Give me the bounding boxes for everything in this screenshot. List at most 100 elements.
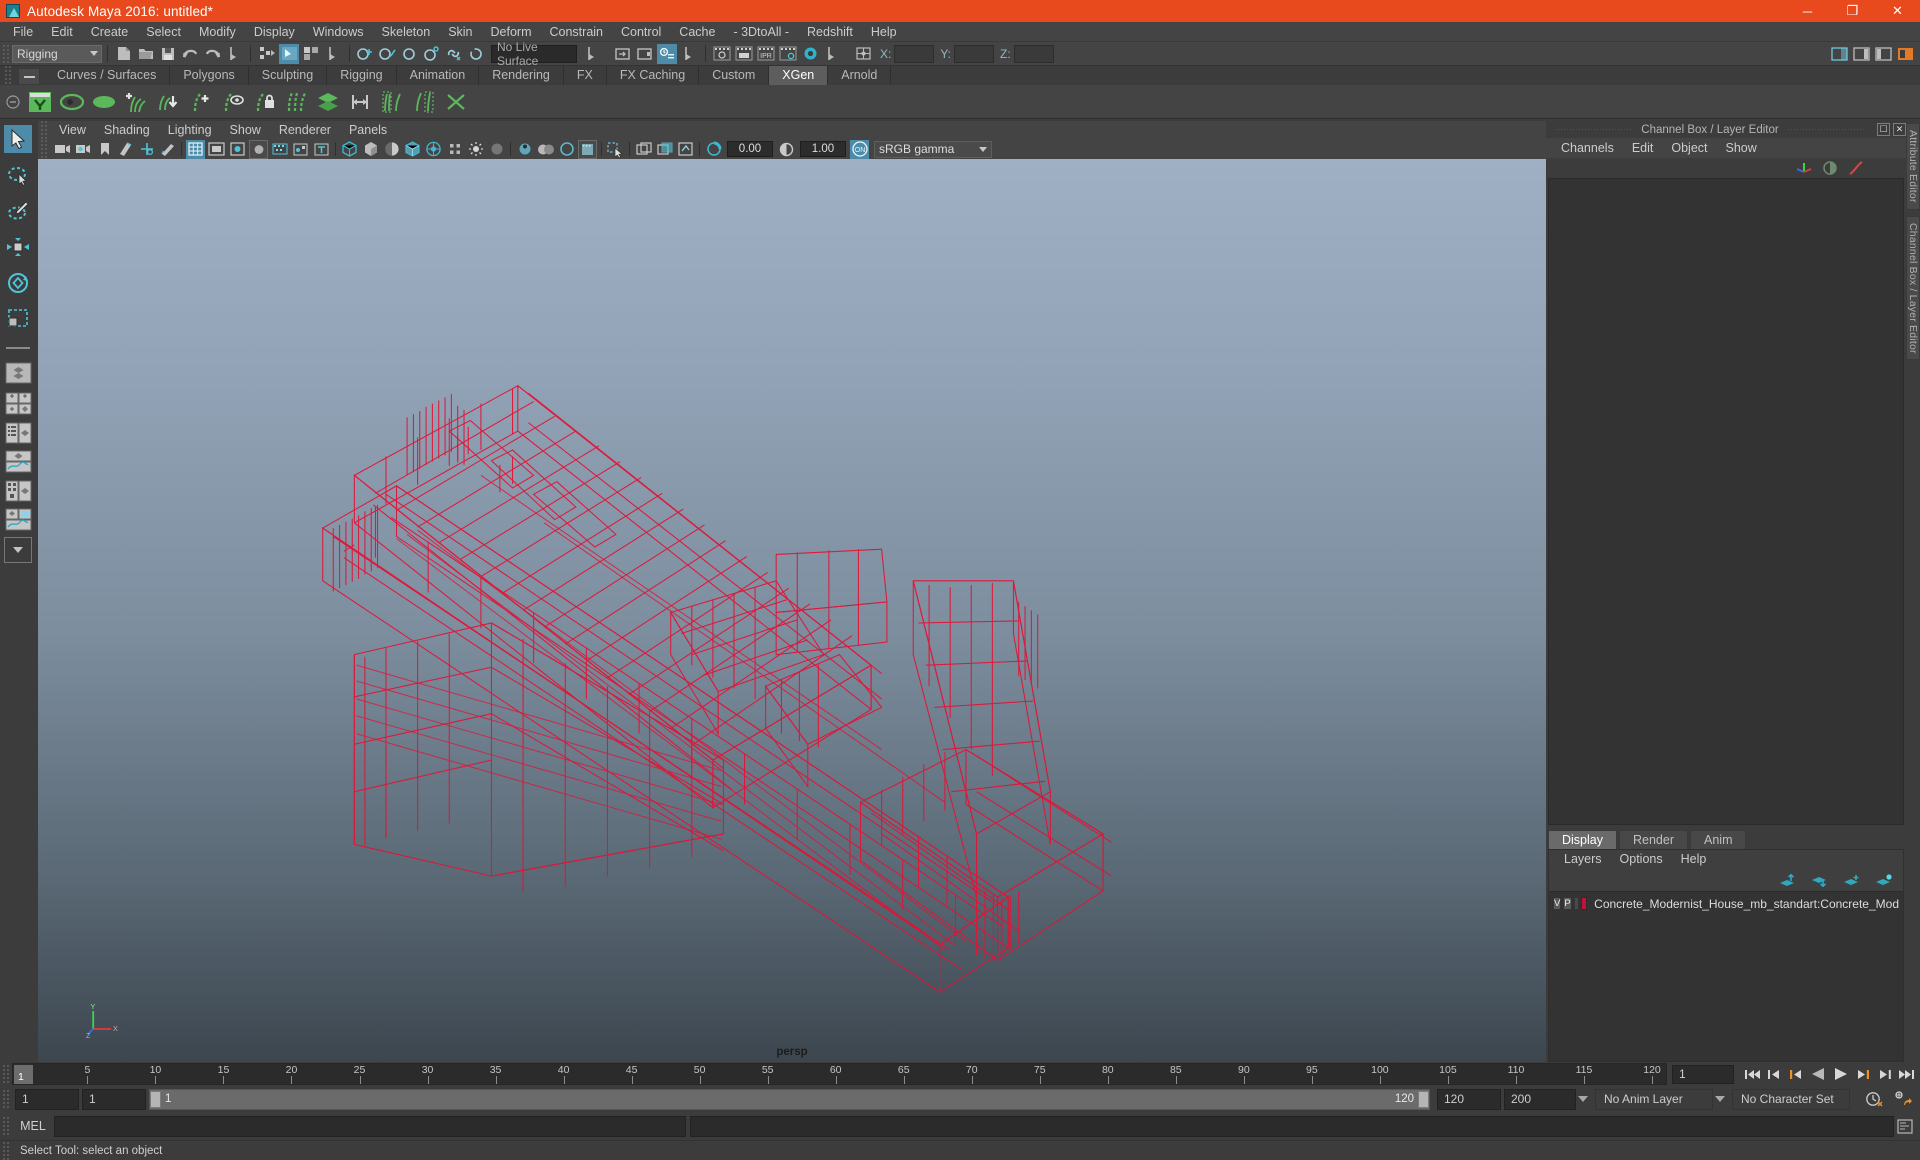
redo-previous-render-button[interactable]	[734, 44, 754, 64]
shelf-tab-custom[interactable]: Custom	[699, 66, 769, 85]
play-backwards-icon[interactable]	[1808, 1064, 1828, 1084]
toggle-sidebar-panel-icon[interactable]	[1829, 44, 1849, 64]
coord-y-field[interactable]	[954, 45, 994, 63]
xray-joints-icon[interactable]	[291, 140, 310, 159]
smooth-shade-all-icon[interactable]	[361, 140, 380, 159]
toggle-attribute-editor-icon[interactable]	[1851, 44, 1871, 64]
step-forward-frame-icon[interactable]	[1852, 1064, 1872, 1084]
statusline-grip[interactable]	[2, 44, 10, 64]
layer-color-swatch[interactable]	[1581, 897, 1588, 910]
xgen-add-guide-icon[interactable]	[185, 87, 215, 117]
manipulator-axes-icon[interactable]	[1796, 160, 1812, 176]
show-channel-box-button[interactable]	[657, 44, 677, 64]
dock-drag-handle-right[interactable]	[1787, 129, 1866, 130]
scale-tool[interactable]	[4, 305, 32, 333]
open-scene-button[interactable]	[136, 44, 156, 64]
xgen-description-icon[interactable]	[25, 87, 55, 117]
smooth-shade-selected-icon[interactable]	[382, 140, 401, 159]
viewport-render-region-icon[interactable]	[578, 140, 597, 159]
exposure-reset-icon[interactable]	[676, 140, 695, 159]
hardware-texturing-icon[interactable]	[424, 140, 443, 159]
gate-mask-icon[interactable]	[249, 140, 268, 159]
render-current-frame-button[interactable]	[712, 44, 732, 64]
create-new-layer-icon[interactable]	[1843, 874, 1861, 887]
command-language-label[interactable]: MEL	[12, 1119, 54, 1133]
render-settings-button[interactable]	[778, 44, 798, 64]
playback-start-time-field[interactable]: 1	[82, 1089, 146, 1110]
shelf-tab-animation[interactable]: Animation	[397, 66, 480, 85]
xgen-eye-guide-icon[interactable]	[217, 87, 247, 117]
shelf-options-button[interactable]	[18, 68, 40, 85]
half-circle-icon[interactable]	[1822, 160, 1838, 176]
step-back-keyframe-icon[interactable]	[1764, 1064, 1784, 1084]
sidebar-arrow-icon[interactable]	[679, 44, 699, 64]
menu-control[interactable]: Control	[612, 22, 670, 42]
color-management-selector[interactable]: sRGB gamma	[874, 141, 992, 158]
shelf-tab-sculpting[interactable]: Sculpting	[249, 66, 327, 85]
shaded-wireframe-icon[interactable]	[403, 140, 422, 159]
command-line-grip[interactable]	[2, 1116, 10, 1136]
camera-attributes-icon[interactable]	[74, 140, 93, 159]
layer-tab-display[interactable]: Display	[1548, 830, 1617, 849]
move-tool[interactable]	[4, 233, 32, 261]
component-mask-arrow-icon[interactable]	[323, 44, 343, 64]
snap-to-point-button[interactable]	[400, 44, 420, 64]
color-management-toggle[interactable]: ON	[850, 140, 869, 159]
shelf-tab-fx[interactable]: FX	[564, 66, 607, 85]
grid-toggle-icon[interactable]	[186, 140, 205, 159]
animation-start-time-field[interactable]: 1	[15, 1089, 79, 1110]
menu-skeleton[interactable]: Skeleton	[373, 22, 440, 42]
menu-3dtoall[interactable]: - 3DtoAll -	[724, 22, 798, 42]
grease-pencil-icon[interactable]	[158, 140, 177, 159]
menu-set-selector[interactable]: Rigging	[12, 45, 102, 63]
channel-box-menu-object[interactable]: Object	[1662, 138, 1716, 158]
menu-skin[interactable]: Skin	[439, 22, 481, 42]
image-plane-icon[interactable]	[116, 140, 135, 159]
xgen-primitive-icon[interactable]	[89, 87, 119, 117]
undo-button[interactable]	[180, 44, 200, 64]
show-attribute-editor-button[interactable]	[613, 44, 633, 64]
xray-display-icon[interactable]	[270, 140, 289, 159]
layer-display-type-toggle[interactable]	[1574, 897, 1579, 910]
current-frame-field[interactable]: 1	[1672, 1065, 1734, 1084]
shelf-tab-fx-caching[interactable]: FX Caching	[607, 66, 699, 85]
shelf-tab-xgen[interactable]: XGen	[769, 66, 828, 85]
xgen-clump-icon[interactable]	[377, 87, 407, 117]
select-by-hierarchy-button[interactable]	[257, 44, 277, 64]
snap-to-view-plane-button[interactable]	[444, 44, 464, 64]
snap-to-uv-button[interactable]	[466, 44, 486, 64]
four-view-layout[interactable]	[4, 392, 32, 416]
viewport-menu-panels[interactable]: Panels	[340, 121, 396, 139]
go-to-end-icon[interactable]	[1896, 1064, 1916, 1084]
exposure-value-field[interactable]: 0.00	[727, 141, 773, 157]
xgen-lock-guide-icon[interactable]	[249, 87, 279, 117]
shelf-tab-rendering[interactable]: Rendering	[479, 66, 564, 85]
select-by-hierarchy-icon[interactable]	[224, 44, 244, 64]
resolution-gate-icon[interactable]	[228, 140, 247, 159]
xgen-preview-icon[interactable]	[57, 87, 87, 117]
time-slider[interactable]: 1 51015202530354045505560657075808590951…	[12, 1063, 1667, 1085]
curve-editor-icon[interactable]	[1848, 160, 1864, 176]
layer-visibility-toggle[interactable]: V	[1553, 897, 1561, 910]
go-to-start-icon[interactable]	[1742, 1064, 1762, 1084]
range-slider-right-handle[interactable]	[1418, 1091, 1429, 1108]
input-output-connections-icon[interactable]	[853, 44, 873, 64]
range-slider-left-handle[interactable]	[150, 1091, 161, 1108]
menu-select[interactable]: Select	[137, 22, 190, 42]
depth-of-field-icon[interactable]	[557, 140, 576, 159]
motion-blur-icon[interactable]	[515, 140, 534, 159]
menu-display[interactable]: Display	[245, 22, 304, 42]
range-slider-bar[interactable]: 1 120	[149, 1089, 1430, 1110]
maximize-button[interactable]: ❐	[1830, 0, 1875, 22]
sidebar-tab-attribute-editor[interactable]: Attribute Editor	[1906, 123, 1920, 210]
persp-graph-icon[interactable]	[4, 508, 32, 532]
shelf-tab-curves-surfaces[interactable]: Curves / Surfaces	[44, 66, 170, 85]
ipr-render-button[interactable]: IPR	[756, 44, 776, 64]
menu-constrain[interactable]: Constrain	[541, 22, 613, 42]
toggle-tool-settings-icon[interactable]	[1873, 44, 1893, 64]
menu-help[interactable]: Help	[862, 22, 906, 42]
time-slider-grip[interactable]	[2, 1064, 10, 1084]
anim-layer-selector[interactable]: No Anim Layer	[1595, 1089, 1713, 1110]
play-forwards-icon[interactable]	[1830, 1064, 1850, 1084]
ambient-occlusion-icon[interactable]	[487, 140, 506, 159]
